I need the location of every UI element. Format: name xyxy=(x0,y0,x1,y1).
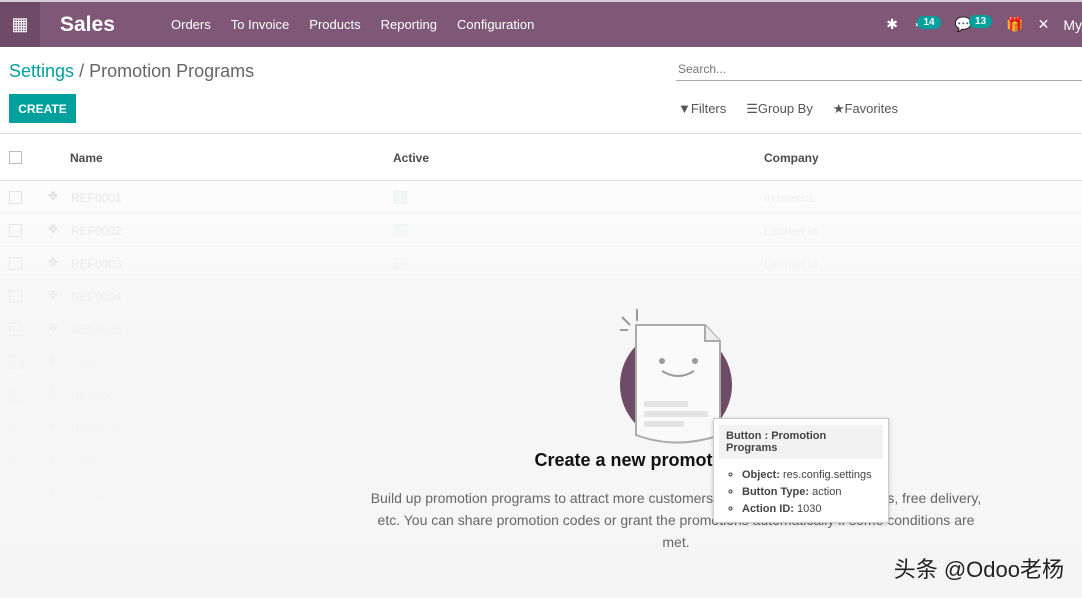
main-menu: Orders To Invoice Products Reporting Con… xyxy=(171,17,534,32)
messages-icon[interactable]: 💬 13 xyxy=(955,15,993,33)
activity-badge: 14 xyxy=(917,15,941,29)
group-by-button[interactable]: ☰Group By xyxy=(746,101,813,117)
star-icon: ★ xyxy=(832,101,845,116)
menu-configuration[interactable]: Configuration xyxy=(457,17,534,32)
activity-icon[interactable]: ◔ 14 xyxy=(912,15,941,33)
menu-orders[interactable]: Orders xyxy=(171,17,211,32)
bars-icon: ☰ xyxy=(746,101,758,116)
breadcrumb-separator: / xyxy=(79,61,85,81)
search-input[interactable] xyxy=(676,58,1082,81)
select-all-checkbox[interactable] xyxy=(9,151,22,164)
user-menu[interactable]: My xyxy=(1063,17,1082,33)
favorites-label: Favorites xyxy=(844,101,898,116)
menu-to-invoice[interactable]: To Invoice xyxy=(231,17,290,32)
filter-icon: ▼ xyxy=(678,101,691,116)
bug-icon[interactable]: ✱ xyxy=(886,16,898,33)
app-name[interactable]: Sales xyxy=(60,13,150,37)
create-button[interactable]: CREATE xyxy=(9,94,76,123)
tooltip-title: Button : Promotion Programs xyxy=(719,425,883,459)
navbar: ▦ Sales Orders To Invoice Products Repor… xyxy=(0,0,1082,47)
column-name[interactable]: Name xyxy=(70,151,103,165)
tooltip-object: Object: res.config.settings xyxy=(742,467,888,484)
empty-overlay xyxy=(0,182,1082,598)
search-options: ▼Filters ☰Group By ★Favorites xyxy=(678,101,898,117)
debug-tooltip: Button : Promotion Programs Object: res.… xyxy=(713,418,889,523)
gift-icon[interactable]: 🎁 xyxy=(1006,16,1023,33)
filters-label: Filters xyxy=(690,101,727,116)
messages-badge: 13 xyxy=(969,15,993,28)
favorites-button[interactable]: ★Favorites xyxy=(833,101,898,117)
menu-reporting[interactable]: Reporting xyxy=(381,17,437,32)
column-active[interactable]: Active xyxy=(393,151,429,165)
watermark: 头条 @Odoo老杨 xyxy=(893,557,1064,582)
apps-grid-icon[interactable]: ▦ xyxy=(0,2,40,47)
column-company[interactable]: Company xyxy=(764,151,819,165)
tools-icon[interactable]: ✕ xyxy=(1038,16,1050,33)
breadcrumb-current: Promotion Programs xyxy=(89,61,255,81)
breadcrumb-settings[interactable]: Settings xyxy=(9,61,74,81)
tooltip-button-type: Button Type: action xyxy=(742,484,888,501)
breadcrumb: Settings / Promotion Programs xyxy=(9,61,254,82)
group-by-label: Group By xyxy=(757,101,813,116)
filters-button[interactable]: ▼Filters xyxy=(678,101,726,117)
systray: ✱ ◔ 14 💬 13 🎁 ✕ My xyxy=(886,2,1082,47)
menu-products[interactable]: Products xyxy=(309,17,360,32)
table-header: Name Active Company xyxy=(0,133,1082,181)
tooltip-action-id: Action ID: 1030 xyxy=(742,501,888,518)
